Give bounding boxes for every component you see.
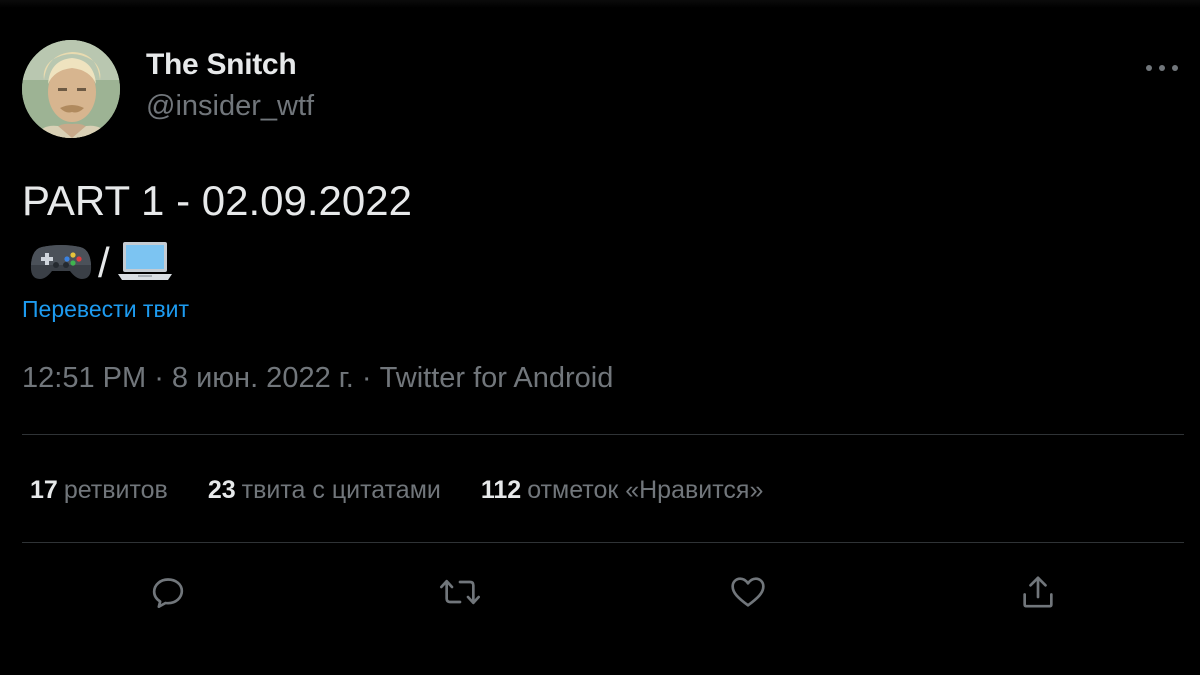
reply-icon [152,578,184,608]
tweet-text: PART 1 - 02.09.2022 [22,177,412,224]
like-icon [731,577,765,607]
divider [22,542,1184,543]
more-options-button[interactable] [1142,56,1182,80]
like-button[interactable] [726,570,770,614]
quotes-count: 23 [207,475,236,504]
likes-count: 112 [480,475,522,504]
emoji-separator: / [98,239,110,286]
retweet-icon [440,579,480,605]
divider [22,434,1184,435]
likes-stat[interactable]: 112 отметок «Нравится» [481,476,764,505]
tweet-stats: 17 ретвитов 23 твита с цитатами 112 отметок… [30,473,803,507]
author-handle[interactable]: @insider_wtf [146,90,314,123]
reply-button[interactable] [146,570,190,614]
more-dots-icon [1146,65,1178,71]
retweet-button[interactable] [438,570,482,614]
tweet-date[interactable]: 8 июн. 2022 г. [172,362,354,394]
tweet-metadata: 12:51 PM · 8 июн. 2022 г. · Twitter for … [22,362,613,395]
tweet-detail: The Snitch @insider_wtf PART 1 - 02.09.2… [0,0,1200,675]
quotes-label: твита с цитатами [241,475,441,504]
quotes-stat[interactable]: 23 твита с цитатами [208,476,441,505]
tweet-emoji-line: / [30,238,174,288]
meta-separator: · [353,362,380,394]
tweet-time[interactable]: 12:51 PM [22,362,146,394]
share-button[interactable] [1016,570,1060,614]
laptop-icon [116,240,174,287]
author-name[interactable]: The Snitch [146,48,297,82]
retweets-stat[interactable]: 17 ретвитов [30,476,168,505]
gamepad-icon [30,241,92,286]
likes-label: отметок «Нравится» [527,475,764,504]
tweet-source[interactable]: Twitter for Android [380,362,614,394]
share-icon [1023,576,1053,608]
translate-tweet-link[interactable]: Перевести твит [22,296,189,323]
retweets-label: ретвитов [63,475,168,504]
meta-separator: · [146,362,172,394]
avatar-image [22,40,120,138]
avatar[interactable] [22,40,120,138]
retweets-count: 17 [30,475,58,504]
